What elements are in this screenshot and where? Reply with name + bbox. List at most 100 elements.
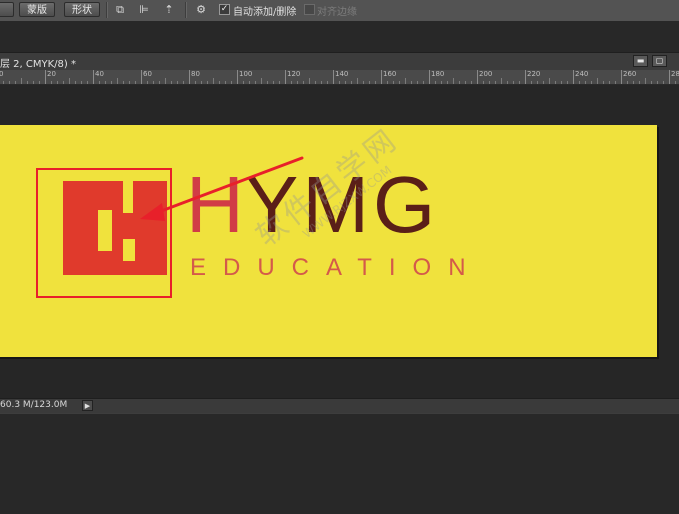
ruler-minor-tick [255, 81, 256, 84]
toolbar-divider [185, 2, 187, 18]
document-tab[interactable]: 层 2, CMYK/8) * ▬ ▢ [0, 52, 679, 70]
ruler-label: 280 [671, 70, 679, 78]
ruler-minor-tick [447, 81, 448, 84]
ruler-tick [573, 70, 574, 84]
options-bar: 蒙版 形状 ⧉ ⊫ ⇡ ⚙ ✓ 自动添加/删除 对齐边缘 [0, 0, 679, 22]
ruler-tick [285, 70, 286, 84]
panel-area [0, 413, 679, 514]
ruler-minor-tick [75, 81, 76, 84]
ruler-minor-tick [171, 81, 172, 84]
annotation-arrow [140, 156, 304, 221]
ruler-minor-tick [63, 81, 64, 84]
shape-button[interactable]: 形状 [64, 2, 100, 17]
ruler-label: 80 [191, 70, 200, 78]
horizontal-ruler[interactable]: 0 20 40 60 80 100 120 140 160 180 200 220 240 260 280 [0, 70, 679, 85]
status-menu-arrow-icon[interactable]: ▶ [82, 400, 93, 411]
ruler-tick [237, 70, 238, 84]
auto-add-delete-checkbox[interactable]: ✓ [219, 4, 230, 15]
ruler-minor-tick [351, 81, 352, 84]
ruler-minor-tick [657, 81, 658, 84]
ruler-minor-tick [261, 78, 262, 84]
ruler-minor-tick [57, 81, 58, 84]
ruler-minor-tick [327, 81, 328, 84]
ruler-minor-tick [561, 81, 562, 84]
ruler-minor-tick [303, 81, 304, 84]
ruler-tick [621, 70, 622, 84]
ruler-minor-tick [129, 81, 130, 84]
artboard[interactable]: H YMG EDUCATION 软件自学网 WWW.RJZXW.COM [0, 125, 657, 357]
ruler-minor-tick [597, 78, 598, 84]
ruler-minor-tick [567, 81, 568, 84]
ruler-minor-tick [153, 81, 154, 84]
ruler-label: 260 [623, 70, 637, 78]
document-size-readout: 60.3 M/123.0M [0, 400, 68, 410]
ruler-minor-tick [675, 81, 676, 84]
ruler-minor-tick [339, 81, 340, 84]
ruler-minor-tick [375, 81, 376, 84]
ruler-minor-tick [249, 81, 250, 84]
ruler-minor-tick [501, 78, 502, 84]
ruler-minor-tick [555, 81, 556, 84]
ruler-minor-tick [15, 81, 16, 84]
ruler-minor-tick [453, 78, 454, 84]
ruler-minor-tick [585, 81, 586, 84]
ruler-minor-tick [135, 81, 136, 84]
ruler-minor-tick [69, 78, 70, 84]
align-edges-checkbox[interactable] [304, 4, 315, 15]
ruler-minor-tick [489, 81, 490, 84]
ruler-tick [525, 70, 526, 84]
ruler-minor-tick [201, 81, 202, 84]
ruler-tick [381, 70, 382, 84]
ruler-minor-tick [549, 78, 550, 84]
ruler-minor-tick [387, 81, 388, 84]
ruler-minor-tick [177, 81, 178, 84]
ruler-label: 220 [527, 70, 541, 78]
ruler-minor-tick [207, 81, 208, 84]
ruler-minor-tick [627, 81, 628, 84]
ruler-minor-tick [357, 78, 358, 84]
auto-add-delete-label: 自动添加/删除 [233, 7, 297, 18]
toolbar-divider [106, 2, 108, 18]
maximize-button[interactable]: ▢ [652, 55, 667, 67]
ruler-minor-tick [219, 81, 220, 84]
ruler-minor-tick [513, 81, 514, 84]
ruler-minor-tick [21, 78, 22, 84]
ruler-minor-tick [435, 81, 436, 84]
options-button-partial[interactable] [0, 2, 14, 17]
ruler-minor-tick [87, 81, 88, 84]
ruler-minor-tick [423, 81, 424, 84]
ruler-label: 180 [431, 70, 445, 78]
ruler-label: 140 [335, 70, 349, 78]
ruler-minor-tick [3, 81, 4, 84]
gear-icon[interactable]: ⚙ [194, 3, 208, 17]
ruler-minor-tick [267, 81, 268, 84]
ruler-minor-tick [639, 81, 640, 84]
ruler-minor-tick [633, 81, 634, 84]
mask-button[interactable]: 蒙版 [19, 2, 55, 17]
document-title: 层 2, CMYK/8) * [0, 59, 76, 70]
ruler-minor-tick [369, 81, 370, 84]
ruler-minor-tick [465, 81, 466, 84]
minimize-button[interactable]: ▬ [633, 55, 648, 67]
ruler-tick [669, 70, 670, 84]
path-alignment-icon[interactable]: ⊫ [137, 3, 151, 17]
ruler-minor-tick [33, 81, 34, 84]
ruler-minor-tick [105, 81, 106, 84]
ruler-minor-tick [243, 81, 244, 84]
ruler-minor-tick [345, 81, 346, 84]
ruler-minor-tick [123, 81, 124, 84]
ruler-minor-tick [9, 81, 10, 84]
path-arrangement-icon[interactable]: ⇡ [162, 3, 176, 17]
ruler-minor-tick [417, 81, 418, 84]
ruler-tick [93, 70, 94, 84]
ruler-minor-tick [81, 81, 82, 84]
path-operations-icon[interactable]: ⧉ [113, 3, 127, 17]
ruler-tick [189, 70, 190, 84]
ruler-label: 0 [0, 70, 4, 78]
ruler-minor-tick [393, 81, 394, 84]
ruler-tick [45, 70, 46, 84]
ruler-minor-tick [645, 78, 646, 84]
ruler-minor-tick [117, 78, 118, 84]
ruler-minor-tick [609, 81, 610, 84]
ruler-minor-tick [147, 81, 148, 84]
